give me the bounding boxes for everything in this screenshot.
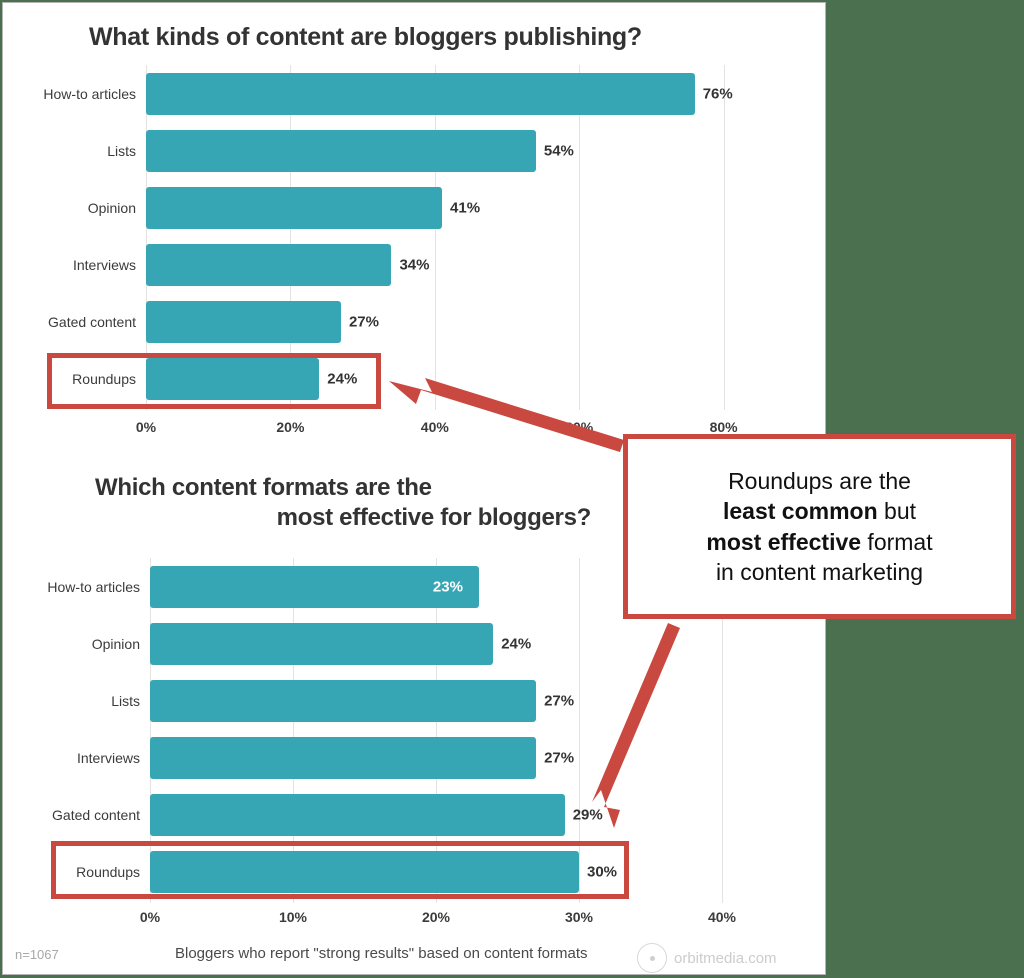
callout-box: Roundups are the least common but most e… xyxy=(623,434,1016,619)
callout-line4: in content marketing xyxy=(715,558,924,585)
category-label: Gated content xyxy=(48,313,136,330)
bar-row: Lists 54% xyxy=(3,122,793,179)
bar-row: Gated content 27% xyxy=(3,293,793,350)
bar xyxy=(146,129,536,172)
category-label: Lists xyxy=(107,142,136,159)
bar-value-label: 54% xyxy=(543,142,574,159)
bar-value-label: 27% xyxy=(544,749,575,766)
chart2-title: Which content formats are the most effec… xyxy=(95,473,595,533)
bar xyxy=(150,565,479,608)
bar-value-label: 24% xyxy=(501,635,532,652)
bar-row: Opinion 41% xyxy=(3,179,793,236)
bar-value-label: 34% xyxy=(399,256,430,273)
callout-line1: Roundups are the xyxy=(728,467,911,494)
bar xyxy=(150,622,494,665)
x-tick-label: 40% xyxy=(420,419,449,435)
bar-row: Lists 27% xyxy=(3,672,793,729)
x-tick-label: 0% xyxy=(139,909,161,925)
bar-value-label: 27% xyxy=(544,692,575,709)
bar-value-label: 41% xyxy=(450,199,481,216)
bar xyxy=(146,72,695,115)
footer-caption: Bloggers who report "strong results" bas… xyxy=(175,945,588,962)
bar-value-label: 76% xyxy=(702,85,733,102)
x-tick-label: 40% xyxy=(707,909,737,925)
x-tick-label: 60% xyxy=(565,419,594,435)
callout-line2-rest: but xyxy=(877,498,917,525)
orbit-icon xyxy=(637,943,667,973)
bar xyxy=(146,243,392,286)
sample-size-label: n=1067 xyxy=(15,947,59,962)
bar-row: Interviews 34% xyxy=(3,236,793,293)
chart1-roundups-highlight-box xyxy=(47,353,381,409)
x-tick-label: 20% xyxy=(421,909,451,925)
bar xyxy=(150,679,537,722)
bar-row: Interviews 27% xyxy=(3,729,793,786)
infographic-root: What kinds of content are bloggers publi… xyxy=(0,0,1024,978)
x-tick-label: 30% xyxy=(564,909,594,925)
category-label: How-to articles xyxy=(43,85,136,102)
bar-row: Gated content 29% xyxy=(3,786,793,843)
bar-value-label: 27% xyxy=(348,313,379,330)
callout-line2-bold: least common xyxy=(722,498,878,525)
chart2-title-line2: most effective for bloggers? xyxy=(276,504,592,531)
category-label: Opinion xyxy=(91,635,140,652)
bar-value-label: 29% xyxy=(572,806,603,823)
callout-text: Roundups are the least common but most e… xyxy=(706,466,932,587)
chart2-x-axis: 0% 10% 20% 30% 40% xyxy=(3,903,793,933)
bar-row: Opinion 24% xyxy=(3,615,793,672)
bar-value-label: 23% xyxy=(432,578,463,595)
x-tick-label: 80% xyxy=(709,419,738,435)
callout-line3-rest: format xyxy=(861,528,933,555)
callout-line3-bold: most effective xyxy=(706,528,862,555)
bar xyxy=(146,300,341,343)
bar xyxy=(150,736,537,779)
chart2-title-line1: Which content formats are the xyxy=(95,474,432,501)
category-label: How-to articles xyxy=(47,578,140,595)
orbitmedia-logo: orbitmedia.com xyxy=(637,943,777,973)
chart1-title: What kinds of content are bloggers publi… xyxy=(89,23,642,51)
chart2-roundups-highlight-box xyxy=(51,841,629,899)
footer: n=1067 Bloggers who report "strong resul… xyxy=(3,941,825,974)
x-tick-label: 10% xyxy=(278,909,308,925)
bar-row: How-to articles 76% xyxy=(3,65,793,122)
category-label: Gated content xyxy=(52,806,140,823)
bar xyxy=(146,186,443,229)
x-tick-label: 0% xyxy=(135,419,157,435)
category-label: Lists xyxy=(111,692,140,709)
bar xyxy=(150,793,565,836)
x-tick-label: 20% xyxy=(276,419,305,435)
category-label: Interviews xyxy=(72,256,136,273)
logo-wordmark: orbitmedia.com xyxy=(674,949,777,967)
category-label: Opinion xyxy=(87,199,136,216)
category-label: Interviews xyxy=(76,749,140,766)
